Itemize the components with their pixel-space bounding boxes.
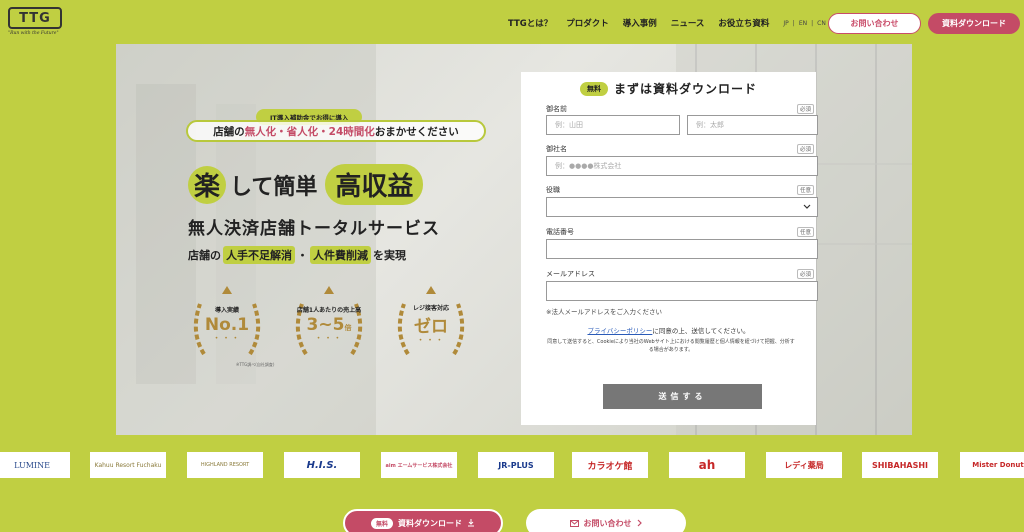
main-nav: TTGとは？ プロダクト 導入事例 ニュース お役立ち資料 JP | EN | …: [508, 17, 840, 29]
client-logo-lady: レディ薬局: [766, 452, 842, 478]
award-value: ゼロ: [414, 317, 448, 338]
mail-icon: [569, 519, 579, 527]
subline-highlight-1: 人手不足解消: [223, 246, 295, 264]
survey-note: ※TTG調べ(自社調査): [236, 362, 275, 367]
required-badge: 必須: [796, 269, 814, 279]
lang-en[interactable]: EN: [799, 20, 807, 27]
subline-sep: ・: [297, 249, 308, 262]
client-logo-aim: aim エームサービス株式会社: [381, 452, 457, 478]
nav-resources[interactable]: お役立ち資料: [718, 17, 769, 29]
client-logo-misterdonut: Mister Donut: [960, 452, 1024, 478]
hero-subhead: 無人決済店舗トータルサービス: [188, 219, 440, 239]
bottom-contact-button[interactable]: お問い合わせ: [526, 509, 686, 532]
form-title: まずは資料ダウンロード: [613, 82, 757, 96]
header-download-button[interactable]: 資料ダウンロード: [928, 13, 1020, 34]
bottom-download-button[interactable]: 無料 資料ダウンロード: [343, 509, 503, 532]
client-logo-jrplus: JR-PLUS: [478, 452, 554, 478]
role-label-row: 役職 任意: [546, 185, 814, 195]
client-logo-karaoke: カラオケ館: [572, 452, 648, 478]
awards-row: 導入実績 No.1 • • • 店舗1人あたりの売上高 3~5倍 • • • レ…: [182, 282, 476, 367]
tagline-highlight: 無人化・省人化・24時間化: [244, 125, 375, 138]
privacy-policy-link[interactable]: プライバシーポリシー: [588, 327, 653, 335]
required-badge: 必須: [796, 104, 814, 114]
award-label: 導入実績: [214, 307, 239, 315]
ttg-logo[interactable]: TTG "Run with the Future": [8, 7, 68, 41]
cookie-notice: 同意して送信すると、Cookieにより当社のWebサイト上における閲覧履歴と個人…: [547, 339, 795, 353]
nav-about[interactable]: TTGとは？: [508, 17, 552, 29]
logo-tagline: "Run with the Future": [8, 31, 59, 36]
company-label-row: 御社名 必須: [546, 144, 814, 154]
award-sales: 店舗1人あたりの売上高 3~5倍 • • •: [284, 282, 374, 367]
email-input[interactable]: [546, 281, 818, 301]
lang-jp[interactable]: JP: [783, 20, 788, 27]
client-logos: LUMINE Kahuu Resort Fuchaku HIGHLAND RES…: [0, 452, 1024, 478]
subline-suffix: を実現: [373, 249, 406, 262]
email-hint: ※法人メールアドレスをご入力ください: [546, 308, 662, 316]
name-label-row: 御名前 必須: [546, 104, 814, 114]
hero-tagline: 店舗の 無人化・省人化・24時間化 おまかせください: [186, 120, 486, 142]
header-contact-button[interactable]: お問い合わせ: [828, 13, 921, 34]
client-logo-his: H.I.S.: [284, 452, 360, 478]
bottom-download-label: 資料ダウンロード: [398, 518, 462, 528]
company-input[interactable]: 例：●●●●株式会社: [546, 156, 818, 176]
nav-products[interactable]: プロダクト: [566, 17, 609, 29]
optional-badge: 任意: [796, 227, 814, 237]
email-label-row: メールアドレス 必須: [546, 269, 814, 279]
client-logo-shibahashi: SHIBAHASHI: [862, 452, 938, 478]
headline-mid: して簡単: [230, 174, 318, 200]
client-logo-highland: HIGHLAND RESORT: [187, 452, 263, 478]
hero-subline: 店舗の 人手不足解消 ・ 人件費削減 を実現: [188, 246, 406, 264]
chevron-down-icon: [803, 204, 811, 209]
phone-input[interactable]: [546, 239, 818, 259]
nav-cases[interactable]: 導入事例: [623, 17, 657, 29]
last-name-input[interactable]: 例：山田: [546, 115, 680, 135]
tagline-prefix: 店舗の: [213, 125, 245, 138]
hero-section: IT導入補助金でお得に導入 店舗の 無人化・省人化・24時間化 おまかせください…: [116, 44, 912, 435]
first-name-input[interactable]: 例：太郎: [687, 115, 818, 135]
award-dots: • • •: [316, 334, 342, 342]
privacy-consent: プライバシーポリシーに同意の上、送信してください。: [587, 327, 750, 335]
lang-cn[interactable]: CN: [817, 20, 826, 27]
bottom-contact-label: お問い合わせ: [583, 518, 632, 528]
subline-prefix: 店舗の: [188, 249, 221, 262]
award-label: 店舗1人あたりの売上高: [296, 307, 362, 315]
role-select[interactable]: [546, 197, 818, 217]
headline-circle-word: 楽: [188, 165, 226, 204]
download-form: 無料 まずは資料ダウンロード 御名前 必須 例：山田 例：太郎 御社名 必須 例…: [521, 72, 818, 425]
optional-badge: 任意: [796, 185, 814, 195]
award-value: 3~5倍: [306, 314, 352, 335]
tagline-suffix: おまかせください: [374, 125, 459, 138]
subline-highlight-2: 人件費削減: [310, 246, 371, 264]
phone-label-row: 電話番号 任意: [546, 227, 814, 237]
required-badge: 必須: [796, 144, 814, 154]
language-switcher: JP | EN | CN: [783, 19, 826, 27]
free-badge: 無料: [370, 517, 393, 529]
submit-button[interactable]: 送信する: [603, 384, 762, 409]
client-logo-ah: ah: [669, 452, 745, 478]
chevron-right-icon: [637, 519, 642, 527]
award-dots: • • •: [214, 334, 240, 342]
form-header: 無料 まずは資料ダウンロード: [521, 80, 816, 97]
free-badge: 無料: [579, 81, 608, 96]
download-icon: [468, 519, 474, 527]
headline-big-word: 高収益: [325, 164, 424, 205]
client-logo-kahuu: Kahuu Resort Fuchaku: [90, 452, 166, 478]
logo-text: TTG: [8, 7, 62, 29]
award-register: レジ接客対応 ゼロ • • •: [386, 282, 476, 367]
nav-news[interactable]: ニュース: [671, 17, 705, 29]
client-logo-lumine: LUMINE: [0, 452, 70, 478]
award-dots: • • •: [418, 337, 444, 345]
award-label: レジ接客対応: [412, 304, 449, 312]
award-track-record: 導入実績 No.1 • • •: [182, 282, 272, 367]
award-value: No.1: [204, 314, 250, 335]
hero-headline: 楽 して簡単 高収益: [188, 164, 424, 205]
